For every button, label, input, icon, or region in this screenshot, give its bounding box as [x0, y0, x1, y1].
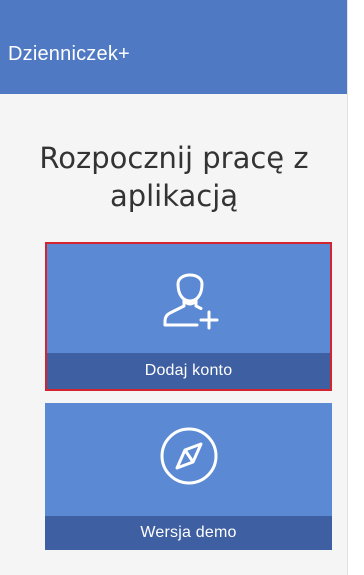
app-screen: Dzienniczek+ Rozpocznij pracę z aplikacj… [0, 0, 348, 575]
add-account-button[interactable]: Dodaj konto [45, 242, 332, 391]
app-bar: Dzienniczek+ [0, 0, 347, 94]
welcome-heading: Rozpocznij pracę z aplikacją [39, 141, 309, 213]
demo-version-label: Wersja demo [45, 516, 332, 550]
compass-icon [153, 420, 225, 497]
add-user-icon [153, 263, 225, 340]
add-account-label: Dodaj konto [47, 353, 330, 389]
app-title: Dzienniczek+ [8, 43, 130, 65]
demo-version-button[interactable]: Wersja demo [45, 403, 332, 550]
